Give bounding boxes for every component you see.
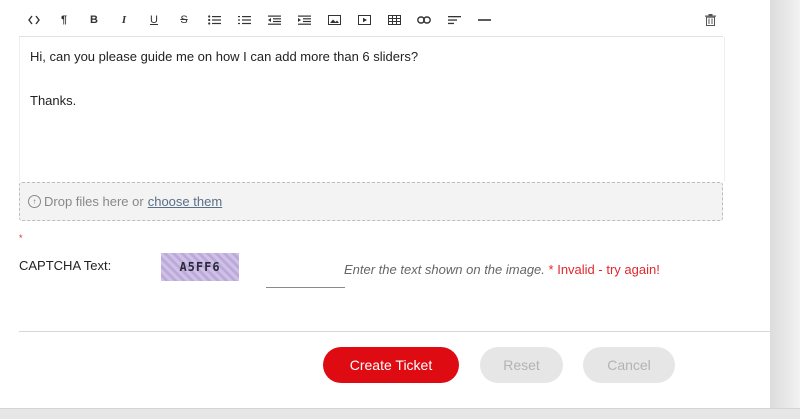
- code-view-icon[interactable]: [23, 10, 45, 30]
- captcha-label: CAPTCHA Text:: [19, 258, 112, 273]
- cancel-button[interactable]: Cancel: [583, 347, 675, 383]
- file-dropzone[interactable]: ↑ Drop files here or choose them: [19, 182, 723, 221]
- unordered-list-icon[interactable]: [203, 10, 225, 30]
- align-icon[interactable]: [443, 10, 465, 30]
- captcha-hint: Enter the text shown on the image. * Inv…: [344, 262, 660, 277]
- window-edge: [0, 408, 800, 419]
- strikethrough-icon[interactable]: S: [173, 10, 195, 30]
- outdent-icon[interactable]: [263, 10, 285, 30]
- captcha-image-text: A5FF6: [179, 260, 221, 274]
- window-edge: [770, 0, 800, 418]
- horizontal-rule-icon[interactable]: [473, 10, 495, 30]
- choose-files-link[interactable]: choose them: [148, 194, 222, 209]
- captcha-error: * Invalid - try again!: [548, 262, 660, 277]
- ordered-list-icon[interactable]: [233, 10, 255, 30]
- upload-icon: ↑: [28, 195, 41, 208]
- required-marker: *: [19, 233, 23, 243]
- image-icon[interactable]: [323, 10, 345, 30]
- reset-button[interactable]: Reset: [480, 347, 563, 383]
- underline-icon[interactable]: U: [143, 10, 165, 30]
- italic-icon[interactable]: I: [113, 10, 135, 30]
- captcha-image: A5FF6: [161, 253, 239, 281]
- message-editor[interactable]: Hi, can you please guide me on how I can…: [19, 37, 725, 181]
- bold-icon[interactable]: B: [83, 10, 105, 30]
- editor-line: Hi, can you please guide me on how I can…: [30, 49, 419, 64]
- link-icon[interactable]: [413, 10, 435, 30]
- video-icon[interactable]: [353, 10, 375, 30]
- captcha-input[interactable]: [266, 261, 345, 288]
- ticket-form-panel: ¶ B I U S Hi, can you please guide me on…: [0, 0, 800, 408]
- trash-icon[interactable]: [699, 10, 721, 30]
- editor-toolbar: ¶ B I U S: [19, 4, 723, 37]
- editor-line: Thanks.: [30, 93, 77, 108]
- divider: [19, 331, 800, 332]
- indent-icon[interactable]: [293, 10, 315, 30]
- captcha-hint-text: Enter the text shown on the image.: [344, 262, 545, 277]
- dropzone-text: Drop files here or: [44, 194, 144, 209]
- paragraph-icon[interactable]: ¶: [53, 10, 75, 30]
- table-icon[interactable]: [383, 10, 405, 30]
- create-ticket-button[interactable]: Create Ticket: [323, 347, 459, 383]
